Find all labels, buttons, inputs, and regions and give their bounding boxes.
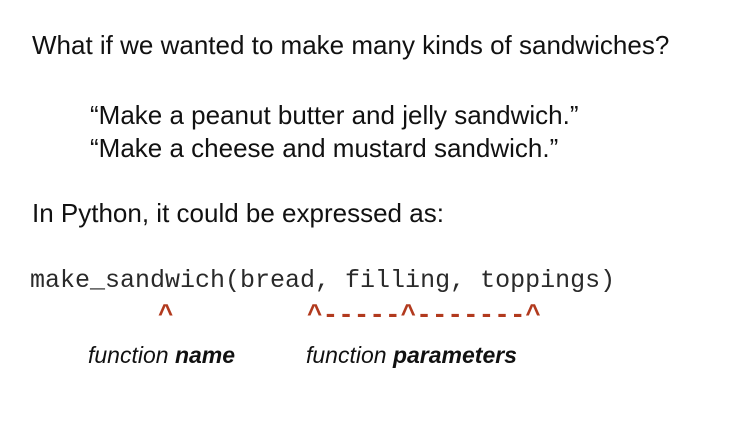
example-quote-1: “Make a peanut butter and jelly sandwich…	[90, 100, 579, 130]
function-name-label-prefix: function	[88, 342, 175, 368]
function-name-marker: ^	[158, 300, 174, 330]
code-signature: make_sandwich(bread, filling, toppings)	[30, 266, 616, 295]
function-parameters-label-prefix: function	[306, 342, 393, 368]
function-parameters-label-strong: parameters	[392, 342, 517, 368]
question-text: What if we wanted to make many kinds of …	[32, 30, 670, 60]
function-parameters-label: function parameters	[306, 341, 517, 369]
function-name-label-strong: name	[174, 342, 236, 368]
slide: What if we wanted to make many kinds of …	[0, 0, 750, 430]
function-name-label: function name	[88, 341, 235, 369]
python-intro-text: In Python, it could be expressed as:	[32, 198, 444, 228]
example-quote-2: “Make a cheese and mustard sandwich.”	[90, 133, 559, 163]
function-parameters-marker: ^-----^-------^	[307, 300, 542, 330]
